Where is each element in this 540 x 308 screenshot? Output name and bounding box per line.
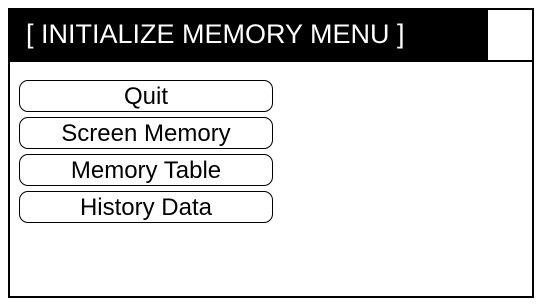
- header-divider: [8, 60, 534, 62]
- screen-memory-button[interactable]: Screen Memory: [19, 117, 273, 149]
- history-data-button[interactable]: History Data: [19, 191, 273, 223]
- initialize-memory-screen: [ INITIALIZE MEMORY MENU ] Quit Screen M…: [0, 0, 540, 308]
- page-title: [ INITIALIZE MEMORY MENU ]: [8, 8, 488, 60]
- memory-table-button[interactable]: Memory Table: [19, 154, 273, 186]
- initialize-memory-menu: Quit Screen Memory Memory Table History …: [19, 80, 273, 228]
- quit-button[interactable]: Quit: [19, 80, 273, 112]
